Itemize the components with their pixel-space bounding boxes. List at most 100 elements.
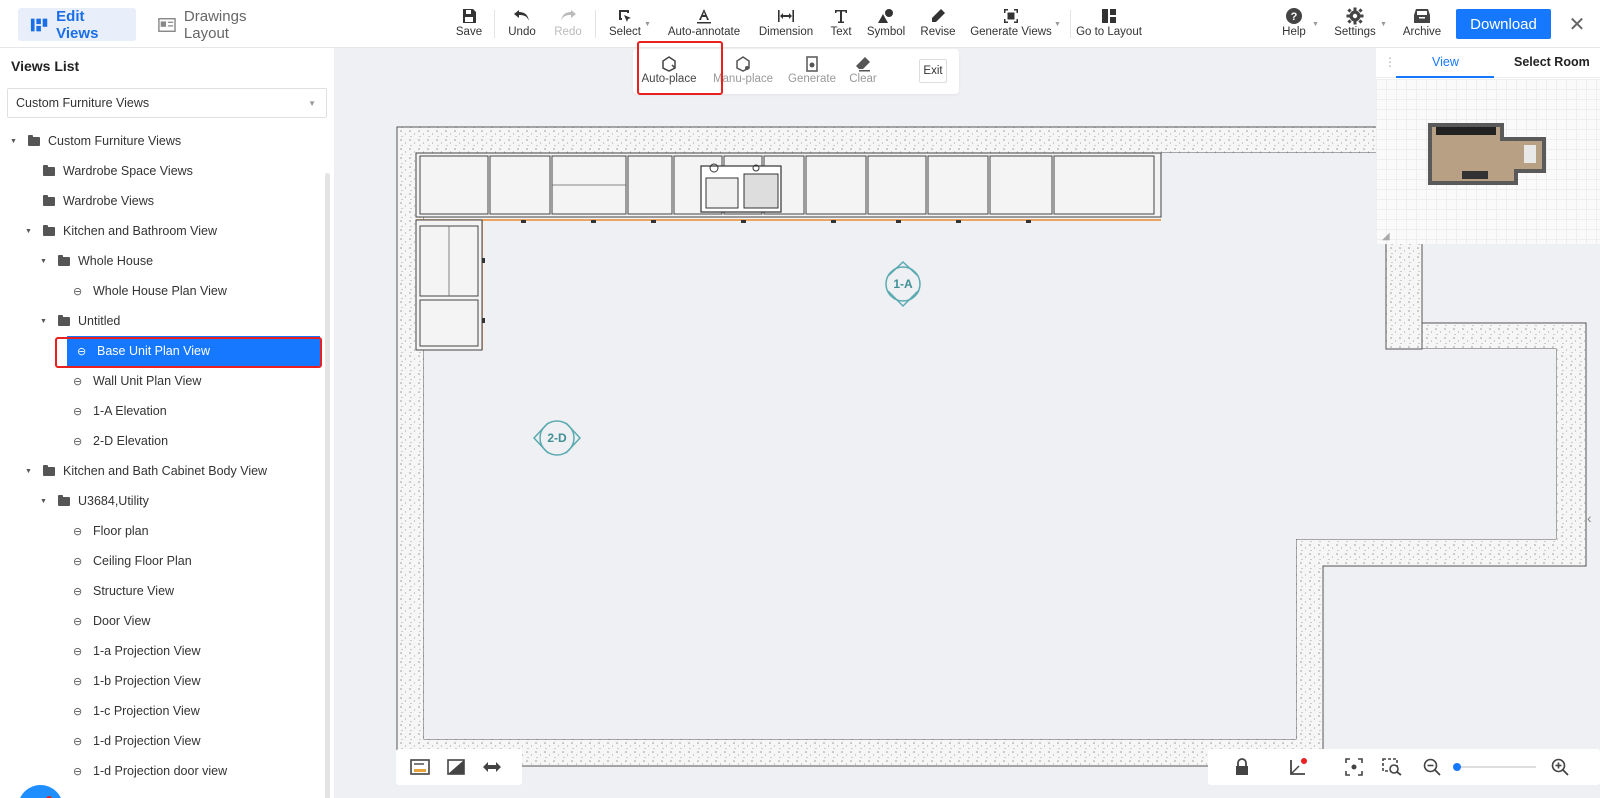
edit-views-icon bbox=[30, 18, 48, 31]
tree-item[interactable]: ▼ U3684,Utility bbox=[40, 486, 149, 516]
settings-caret-icon[interactable]: ▼ bbox=[1380, 21, 1387, 28]
tree-item[interactable]: ▼ Whole House bbox=[40, 246, 153, 276]
redo-button[interactable]: Redo bbox=[553, 6, 583, 42]
folder-icon bbox=[43, 164, 55, 176]
tree-item-label: Wall Unit Plan View bbox=[93, 374, 202, 388]
tree-item[interactable]: Wardrobe Views bbox=[43, 186, 154, 216]
tree-item-label: Kitchen and Bathroom View bbox=[63, 224, 218, 238]
generate-views-button[interactable]: Generate Views bbox=[970, 6, 1052, 42]
tree-item[interactable]: ⊖ 1-d Projection View bbox=[73, 726, 200, 756]
folder-icon bbox=[43, 464, 55, 476]
revise-button[interactable]: Revise bbox=[920, 6, 956, 42]
tab-view[interactable]: View bbox=[1432, 55, 1459, 69]
views-list-title: Views List bbox=[11, 58, 80, 74]
tree-item[interactable]: ⊖ Door View bbox=[73, 606, 150, 636]
view-link-icon: ⊖ bbox=[73, 645, 83, 658]
expand-toggle-icon[interactable]: ▼ bbox=[10, 138, 20, 145]
view-link-icon: ⊖ bbox=[73, 555, 83, 568]
tree-item-label: Custom Furniture Views bbox=[48, 134, 182, 148]
folder-icon bbox=[58, 314, 70, 326]
tree-item[interactable]: ⊖ 2-D Elevation bbox=[73, 426, 168, 456]
auto-annotate-label: Auto-annotate bbox=[667, 26, 741, 38]
dimension-toggle-button[interactable] bbox=[482, 757, 502, 777]
axis-button[interactable] bbox=[1288, 757, 1308, 777]
tree-item[interactable]: ▼ Untitled bbox=[40, 306, 120, 336]
zoom-slider[interactable] bbox=[1453, 763, 1536, 771]
help-button[interactable]: ? Help bbox=[1280, 6, 1308, 42]
help-caret-icon[interactable]: ▼ bbox=[1312, 21, 1319, 28]
room-thumbnail bbox=[1428, 123, 1546, 185]
go-to-layout-button[interactable]: Go to Layout bbox=[1076, 6, 1142, 42]
undo-button[interactable]: Undo bbox=[507, 6, 537, 42]
tree-item[interactable]: ▼ Custom Furniture Views bbox=[10, 126, 181, 156]
auto-annotate-button[interactable]: Auto-annotate bbox=[667, 6, 741, 42]
resize-handle-icon[interactable]: ◢ bbox=[1382, 231, 1390, 242]
axis-icon bbox=[1290, 758, 1307, 775]
lock-button[interactable] bbox=[1232, 757, 1252, 777]
go-to-layout-label: Go to Layout bbox=[1076, 26, 1142, 38]
expand-toggle-icon[interactable]: ▼ bbox=[40, 318, 50, 325]
views-filter-select[interactable]: Custom Furniture Views ▼ bbox=[7, 88, 327, 118]
expand-toggle-icon[interactable]: ▼ bbox=[25, 468, 35, 475]
tree-item[interactable]: ▼ Kitchen and Bath Cabinet Body View bbox=[25, 456, 267, 486]
minimap-tabs: ⋮ View Select Room bbox=[1376, 48, 1600, 78]
tree-item[interactable]: ⊖ 1-A Elevation bbox=[73, 396, 167, 426]
drag-handle-icon[interactable]: ⋮ bbox=[1384, 55, 1396, 69]
tree-item[interactable]: ⊖ Floor plan bbox=[73, 516, 149, 546]
expand-toggle-icon[interactable]: ▼ bbox=[25, 228, 35, 235]
collapse-panel-icon[interactable]: ‹ bbox=[1587, 510, 1592, 526]
save-button[interactable]: Save bbox=[454, 6, 484, 42]
select-caret-icon[interactable]: ▼ bbox=[644, 21, 651, 28]
select-button[interactable]: Select bbox=[606, 6, 644, 42]
zoom-out-button[interactable] bbox=[1422, 757, 1442, 777]
zoom-in-button[interactable] bbox=[1550, 757, 1570, 777]
tab-select-room[interactable]: Select Room bbox=[1514, 55, 1590, 69]
text-button[interactable]: Text bbox=[827, 6, 855, 42]
tree-item[interactable]: ⊖ Structure View bbox=[73, 576, 174, 606]
tree-item-label: Structure View bbox=[93, 584, 175, 598]
layer-toggle-button[interactable] bbox=[410, 757, 430, 777]
drawings-layout-tab[interactable]: Drawings Layout bbox=[146, 8, 296, 42]
fill-icon bbox=[447, 759, 465, 775]
zoom-slider-handle[interactable] bbox=[1453, 763, 1461, 771]
tree-item[interactable]: ⊖ 1-c Projection View bbox=[73, 696, 200, 726]
chat-support-button[interactable] bbox=[18, 785, 63, 798]
tree-item[interactable]: ⊖ Wall Unit Plan View bbox=[73, 366, 201, 396]
views-list-panel: Views List Custom Furniture Views ▼ ▼ Cus… bbox=[0, 48, 334, 798]
symbol-button[interactable]: Symbol bbox=[866, 6, 906, 42]
undo-label: Undo bbox=[508, 26, 536, 38]
tree-item[interactable]: ⊖ Ceiling Floor Plan bbox=[73, 546, 192, 576]
fill-toggle-button[interactable] bbox=[446, 757, 466, 777]
measure-icon bbox=[483, 762, 501, 772]
minimap-preview[interactable]: ◢ bbox=[1376, 79, 1600, 244]
download-button[interactable]: Download bbox=[1456, 9, 1551, 39]
top-toolbar: Edit Views Drawings Layout Save Undo Red… bbox=[0, 0, 1600, 48]
expand-toggle-icon[interactable]: ▼ bbox=[40, 498, 50, 505]
settings-label: Settings bbox=[1334, 26, 1376, 38]
fit-view-button[interactable] bbox=[1344, 757, 1364, 777]
archive-button[interactable]: Archive bbox=[1402, 6, 1442, 42]
zoom-area-button[interactable] bbox=[1382, 757, 1402, 777]
tree-item[interactable]: ⊖ 1-a Projection View bbox=[73, 636, 200, 666]
tree-item[interactable]: Wardrobe Space Views bbox=[43, 156, 193, 186]
tree-item-label: 1-A Elevation bbox=[93, 404, 167, 418]
dimension-button[interactable]: Dimension bbox=[758, 6, 814, 42]
tree-item[interactable]: ⊖ 1-d Projection door view bbox=[73, 756, 227, 786]
edit-views-tab[interactable]: Edit Views bbox=[18, 8, 136, 42]
tree-item[interactable]: ⊖ Base Unit Plan View bbox=[67, 336, 320, 366]
view-controls-toolbar bbox=[1208, 749, 1600, 785]
tree-item-label: 1-b Projection View bbox=[93, 674, 201, 688]
generate-views-caret-icon[interactable]: ▼ bbox=[1054, 21, 1061, 28]
settings-button[interactable]: Settings bbox=[1332, 6, 1378, 42]
view-link-icon: ⊖ bbox=[73, 435, 83, 448]
tree-item[interactable]: ▼ Kitchen and Bathroom View bbox=[25, 216, 217, 246]
view-link-icon: ⊖ bbox=[73, 525, 83, 538]
close-icon[interactable]: ✕ bbox=[1565, 12, 1589, 36]
expand-toggle-icon[interactable]: ▼ bbox=[40, 258, 50, 265]
view-link-icon: ⊖ bbox=[73, 615, 83, 628]
dimension-icon bbox=[778, 10, 794, 22]
view-link-icon: ⊖ bbox=[73, 765, 83, 778]
views-list-scrollbar[interactable] bbox=[325, 173, 330, 798]
tree-item[interactable]: ⊖ Whole House Plan View bbox=[73, 276, 227, 306]
tree-item[interactable]: ⊖ 1-b Projection View bbox=[73, 666, 200, 696]
